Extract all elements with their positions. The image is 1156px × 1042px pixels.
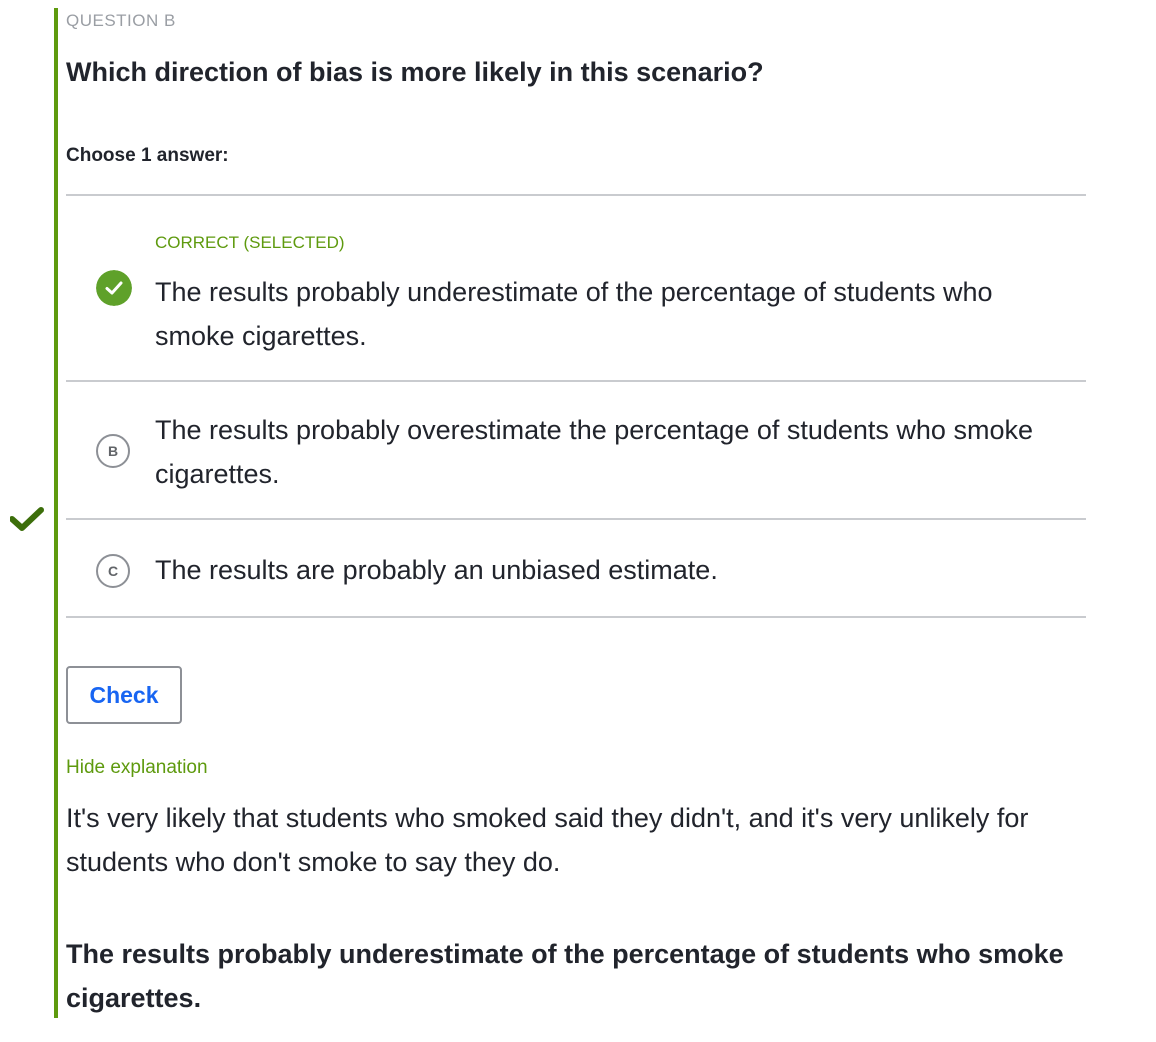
question-title: Which direction of bias is more likely i… — [66, 57, 764, 87]
choice-a-text: The results probably underestimate of th… — [155, 277, 993, 351]
checkmark-circle-icon — [96, 270, 132, 306]
choice-b-text: The results probably overestimate the pe… — [155, 415, 1033, 489]
correct-status-bar — [54, 8, 58, 1018]
choice-divider — [66, 380, 1086, 382]
correct-status-label: CORRECT (SELECTED) — [155, 233, 345, 252]
choose-instruction: Choose 1 answer: — [66, 145, 229, 166]
checkmark-icon — [10, 507, 44, 531]
choice-divider — [66, 194, 1086, 196]
explanation-text: It's very likely that students who smoke… — [66, 803, 1029, 877]
choice-c-badge: C — [96, 554, 130, 588]
explanation-conclusion: The results probably underestimate of th… — [66, 939, 1064, 1013]
choice-b-badge: B — [96, 434, 130, 468]
exercise-page: QUESTION B Which direction of bias is mo… — [0, 0, 1156, 1042]
choice-c-text: The results are probably an unbiased est… — [155, 555, 718, 585]
check-button[interactable]: Check — [66, 666, 182, 724]
choice-divider — [66, 616, 1086, 618]
hide-explanation-link[interactable]: Hide explanation — [66, 757, 208, 779]
choice-divider — [66, 518, 1086, 520]
question-label: QUESTION B — [66, 11, 176, 30]
